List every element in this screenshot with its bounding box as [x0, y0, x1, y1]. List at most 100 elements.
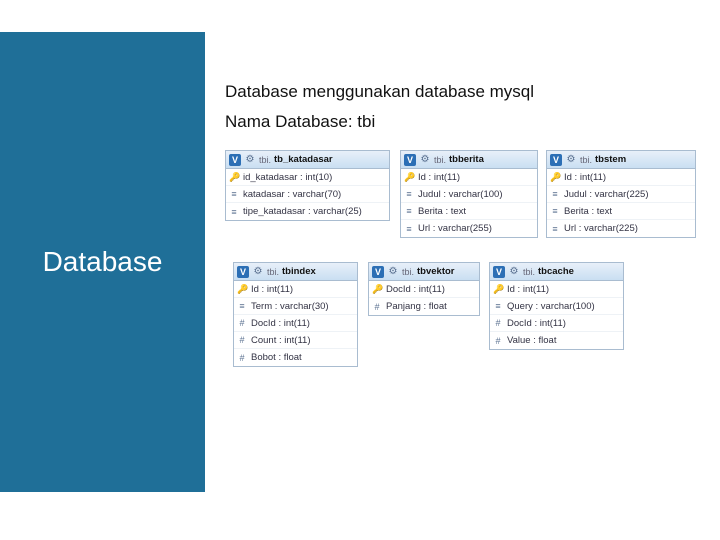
table-name: tb_katadasar — [274, 154, 333, 165]
key-icon: 🔑 — [493, 284, 503, 294]
column-definition: DocId : int(11) — [507, 318, 566, 329]
column-definition: Id : int(11) — [507, 284, 549, 295]
sidebar: Database — [0, 32, 205, 492]
column-row: ≡Query : varchar(100) — [490, 298, 623, 315]
hash-icon: # — [372, 302, 382, 312]
table-icon: V — [493, 266, 505, 278]
sidebar-title: Database — [43, 246, 163, 278]
key-icon: 🔑 — [237, 284, 247, 294]
column-row: ≡ Berita : text — [547, 203, 695, 220]
db-table-tb_katadasar: V⚙tbi.tb_katadasar 🔑 id_katadasar : int(10… — [225, 150, 390, 221]
key-icon: 🔑 — [550, 172, 560, 182]
schema-label: tbi. — [402, 267, 414, 277]
column-row: ≡ Judul : varchar(100) — [401, 186, 537, 203]
text-icon: ≡ — [404, 206, 414, 216]
column-row: ≡ Term : varchar(30) — [234, 298, 357, 315]
column-definition: Value : float — [507, 335, 556, 346]
db-description: Database menggunakan database mysql — [225, 82, 705, 102]
column-definition: Url : varchar(255) — [418, 223, 492, 234]
table-header: V⚙tbi.tbstem — [547, 151, 695, 169]
gear-icon: ⚙ — [387, 266, 399, 278]
schema-label: tbi. — [580, 155, 592, 165]
column-definition: Judul : varchar(100) — [418, 189, 502, 200]
column-definition: Berita : text — [418, 206, 466, 217]
table-icon: V — [550, 154, 562, 166]
column-definition: id_katadasar : int(10) — [243, 172, 332, 183]
text-icon: ≡ — [237, 301, 247, 311]
db-table-tbcache: V⚙tbi.tbcache 🔑 Id : int(11) ≡Query : varch… — [489, 262, 624, 350]
db-table-tbberita: V⚙tbi.tbberita🔑Id : int(11)≡Judul : varc… — [400, 150, 538, 238]
gear-icon: ⚙ — [565, 154, 577, 166]
column-row: 🔑 Id : int(11) — [547, 169, 695, 186]
table-icon: V — [229, 154, 241, 166]
column-row: # Panjang : float — [369, 298, 479, 315]
column-row: # Value : float — [490, 332, 623, 349]
column-definition: Judul : varchar(225) — [564, 189, 648, 200]
column-row: 🔑Id : int(11) — [401, 169, 537, 186]
column-row: #DocId : int(11) — [234, 315, 357, 332]
table-icon: V — [404, 154, 416, 166]
table-header: V⚙tbi.tbberita — [401, 151, 537, 169]
table-name: tbindex — [282, 266, 316, 277]
column-row: #Count : int(11) — [234, 332, 357, 349]
schema-label: tbi. — [523, 267, 535, 277]
column-row: ≡ Judul : varchar(225) — [547, 186, 695, 203]
column-definition: Panjang : float — [386, 301, 447, 312]
column-row: ≡ Berita : text — [401, 203, 537, 220]
text-icon: ≡ — [550, 206, 560, 216]
table-header: V⚙tbi.tbindex — [234, 263, 357, 281]
column-row: #Bobot : float — [234, 349, 357, 366]
schema-label: tbi. — [259, 155, 271, 165]
db-table-tbvektor: V⚙tbi.tbvektor 🔑 DocId : int(11) # Panjang :… — [368, 262, 480, 316]
column-definition: Term : varchar(30) — [251, 301, 329, 312]
gear-icon: ⚙ — [252, 266, 264, 278]
column-definition: Id : int(11) — [564, 172, 606, 183]
text-icon: ≡ — [404, 224, 414, 234]
column-row: ≡Url : varchar(225) — [547, 220, 695, 237]
table-name: tbcache — [538, 266, 574, 277]
db-name: Nama Database: tbi — [225, 112, 705, 132]
table-name: tbvektor — [417, 266, 454, 277]
column-row: 🔑 id_katadasar : int(10) — [226, 169, 389, 186]
column-row: ≡ katadasar : varchar(70) — [226, 186, 389, 203]
hash-icon: # — [237, 335, 247, 345]
table-header: V⚙tbi.tbvektor — [369, 263, 479, 281]
key-icon: 🔑 — [229, 172, 239, 182]
column-definition: Id : int(11) — [251, 284, 293, 295]
hash-icon: # — [237, 318, 247, 328]
table-icon: V — [237, 266, 249, 278]
column-row: # DocId : int(11) — [490, 315, 623, 332]
text-icon: ≡ — [229, 189, 239, 199]
text-icon: ≡ — [404, 189, 414, 199]
schema-diagram: V⚙tbi.tb_katadasar🔑id_katadasar : int(10… — [225, 150, 705, 450]
text-icon: ≡ — [550, 189, 560, 199]
hash-icon: # — [493, 336, 503, 346]
column-row: 🔑 DocId : int(11) — [369, 281, 479, 298]
gear-icon: ⚙ — [508, 266, 520, 278]
column-row: 🔑 Id : int(11) — [234, 281, 357, 298]
content-area: Database menggunakan database mysql Nama… — [225, 82, 705, 450]
column-definition: DocId : int(11) — [386, 284, 445, 295]
text-icon: ≡ — [229, 207, 239, 217]
column-definition: Berita : text — [564, 206, 612, 217]
column-row: 🔑 Id : int(11) — [490, 281, 623, 298]
column-row: ≡ Url : varchar(255) — [401, 220, 537, 237]
column-definition: tipe_katadasar : varchar(25) — [243, 206, 362, 217]
table-name: tbberita — [449, 154, 484, 165]
table-name: tbstem — [595, 154, 626, 165]
table-header: V⚙tbi.tb_katadasar — [226, 151, 389, 169]
hash-icon: # — [237, 353, 247, 363]
schema-label: tbi. — [267, 267, 279, 277]
db-table-tbindex: V⚙tbi.tbindex 🔑 Id : int(11) ≡ Term : varcha… — [233, 262, 358, 367]
column-definition: katadasar : varchar(70) — [243, 189, 341, 200]
gear-icon: ⚙ — [419, 154, 431, 166]
column-definition: Id : int(11) — [418, 172, 460, 183]
column-row: ≡ tipe_katadasar : varchar(25) — [226, 203, 389, 220]
hash-icon: # — [493, 318, 503, 328]
table-header: V⚙tbi.tbcache — [490, 263, 623, 281]
column-definition: Url : varchar(225) — [564, 223, 638, 234]
gear-icon: ⚙ — [244, 154, 256, 166]
table-icon: V — [372, 266, 384, 278]
key-icon: 🔑 — [372, 284, 382, 294]
schema-label: tbi. — [434, 155, 446, 165]
